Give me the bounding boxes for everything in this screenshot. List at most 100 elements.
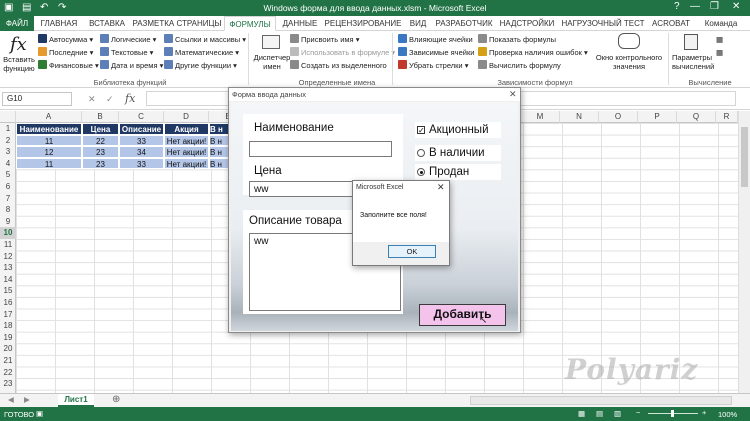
calc-options-button[interactable]: Параметры вычислений xyxy=(672,53,714,71)
column-header[interactable]: A xyxy=(16,111,82,123)
table-cell[interactable]: 23 xyxy=(82,146,119,158)
zoom-in-icon[interactable]: + xyxy=(702,408,706,417)
tab-load-test[interactable]: НАГРУЗОЧНЫЙ ТЕСТ xyxy=(560,16,646,31)
row-header[interactable]: 3 xyxy=(0,146,16,158)
table-header-description[interactable]: Описание xyxy=(119,123,164,135)
table-header-price[interactable]: Цена xyxy=(82,123,119,135)
row-header[interactable]: 19 xyxy=(0,332,16,344)
table-cell[interactable]: 34 xyxy=(119,146,164,158)
sold-radio[interactable]: Продан xyxy=(415,164,501,180)
enter-icon[interactable]: ✓ xyxy=(106,94,114,105)
tab-formulas[interactable]: ФОРМУЛЫ xyxy=(224,16,276,31)
table-cell[interactable]: В н xyxy=(209,146,229,158)
tab-review[interactable]: РЕЦЕНЗИРОВАНИЕ xyxy=(324,16,402,31)
restore-button[interactable]: ❐ xyxy=(710,1,719,12)
financial-button[interactable]: Финансовые ▾ xyxy=(38,60,99,70)
column-header[interactable]: Q xyxy=(677,111,716,123)
show-formulas-button[interactable]: Показать формулы xyxy=(478,34,556,44)
row-header[interactable]: 4 xyxy=(0,158,16,170)
form-close-icon[interactable]: ✕ xyxy=(509,89,517,100)
tab-team[interactable]: Команда xyxy=(698,16,744,31)
row-header[interactable]: 15 xyxy=(0,285,16,297)
row-header[interactable]: 18 xyxy=(0,320,16,332)
table-cell[interactable]: 11 xyxy=(16,134,82,147)
table-cell[interactable]: В н xyxy=(209,157,229,170)
evaluate-formula-button[interactable]: Вычислить формулу xyxy=(478,60,561,70)
table-cell[interactable]: 12 xyxy=(16,146,82,158)
page-layout-view-icon[interactable]: ▤ xyxy=(596,409,603,418)
row-header[interactable]: 17 xyxy=(0,309,16,321)
error-checking-button[interactable]: Проверка наличия ошибок ▾ xyxy=(478,47,588,57)
name-input[interactable] xyxy=(249,141,392,157)
tab-insert[interactable]: ВСТАВКА xyxy=(84,16,130,31)
close-button[interactable]: ✕ xyxy=(732,1,740,12)
row-header[interactable]: 23 xyxy=(0,378,16,390)
vertical-scrollbar[interactable] xyxy=(738,111,750,393)
sheet-tab[interactable]: Лист1 xyxy=(58,394,94,407)
create-from-selection-button[interactable]: Создать из выделенного xyxy=(290,60,387,70)
calc-sheet-icon[interactable]: ▦ xyxy=(716,48,723,57)
math-button[interactable]: Математические ▾ xyxy=(164,47,239,57)
add-button[interactable]: Добавить xyxy=(419,304,506,326)
scroll-thumb[interactable] xyxy=(741,127,748,187)
trace-precedents-button[interactable]: Влияющие ячейки xyxy=(398,34,473,44)
datetime-button[interactable]: Дата и время ▾ xyxy=(100,60,163,70)
table-cell[interactable]: В н xyxy=(209,134,229,147)
table-cell[interactable]: 33 xyxy=(119,134,164,147)
sheet-prev-icon[interactable]: ◀ xyxy=(8,395,14,404)
tab-view[interactable]: ВИД xyxy=(404,16,432,31)
row-header[interactable]: 22 xyxy=(0,367,16,379)
table-cell[interactable]: Нет акции! xyxy=(164,146,209,158)
minimize-button[interactable]: — xyxy=(690,1,700,12)
row-header[interactable]: 6 xyxy=(0,181,16,193)
text-button[interactable]: Текстовые ▾ xyxy=(100,47,153,57)
cancel-icon[interactable]: ✕ xyxy=(88,94,96,105)
insert-function-button[interactable]: Вставить функцию xyxy=(2,55,36,73)
remove-arrows-button[interactable]: Убрать стрелки ▾ xyxy=(398,60,468,70)
row-header[interactable]: 11 xyxy=(0,239,16,251)
trace-dependents-button[interactable]: Зависимые ячейки xyxy=(398,47,474,57)
zoom-level[interactable]: 100% xyxy=(718,410,737,419)
logical-button[interactable]: Логические ▾ xyxy=(100,34,156,44)
tab-page-layout[interactable]: РАЗМЕТКА СТРАНИЦЫ xyxy=(132,16,222,31)
row-header[interactable]: 2 xyxy=(0,135,16,147)
table-cell[interactable]: Нет акции! xyxy=(164,134,209,147)
calc-now-icon[interactable]: ▦ xyxy=(716,35,723,44)
zoom-out-icon[interactable]: − xyxy=(636,408,640,417)
macro-record-icon[interactable]: ▣ xyxy=(36,409,43,418)
recent-button[interactable]: Последние ▾ xyxy=(38,47,93,57)
promo-checkbox[interactable]: ✓ Акционный xyxy=(415,122,501,138)
table-cell[interactable]: 11 xyxy=(16,157,82,170)
in-stock-radio[interactable]: В наличии xyxy=(415,145,501,161)
page-break-view-icon[interactable]: ▥ xyxy=(614,409,621,418)
table-header-stock[interactable]: В н xyxy=(209,123,229,135)
row-header[interactable]: 5 xyxy=(0,169,16,181)
row-header[interactable]: 12 xyxy=(0,251,16,263)
row-header[interactable]: 16 xyxy=(0,297,16,309)
table-header-name[interactable]: Наименование xyxy=(16,123,82,135)
column-header[interactable]: N xyxy=(560,111,599,123)
select-all-corner[interactable] xyxy=(0,111,16,123)
zoom-slider-thumb[interactable] xyxy=(671,410,674,417)
help-button[interactable]: ? xyxy=(674,1,680,12)
column-header[interactable]: O xyxy=(599,111,638,123)
table-cell[interactable]: 22 xyxy=(82,134,119,147)
row-header[interactable]: 7 xyxy=(0,193,16,205)
table-cell[interactable]: 33 xyxy=(119,157,164,170)
add-sheet-icon[interactable]: ⊕ xyxy=(112,394,120,405)
tab-data[interactable]: ДАННЫЕ xyxy=(278,16,322,31)
column-header[interactable]: R xyxy=(716,111,738,123)
use-in-formula-button[interactable]: Использовать в формуле ▾ xyxy=(290,47,395,57)
ok-button[interactable]: OK xyxy=(388,245,436,258)
row-header[interactable]: 8 xyxy=(0,204,16,216)
row-header[interactable]: 14 xyxy=(0,274,16,286)
row-header[interactable]: 1 xyxy=(0,123,16,135)
define-name-button[interactable]: Присвоить имя ▾ xyxy=(290,34,359,44)
tab-developer[interactable]: РАЗРАБОТЧИК xyxy=(434,16,494,31)
tab-home[interactable]: ГЛАВНАЯ xyxy=(36,16,82,31)
table-cell[interactable]: Нет акции! xyxy=(164,157,209,170)
horizontal-scrollbar[interactable] xyxy=(470,396,732,405)
more-functions-button[interactable]: Другие функции ▾ xyxy=(164,60,237,70)
column-header[interactable]: C xyxy=(119,111,164,123)
tab-acrobat[interactable]: ACROBAT xyxy=(648,16,694,31)
